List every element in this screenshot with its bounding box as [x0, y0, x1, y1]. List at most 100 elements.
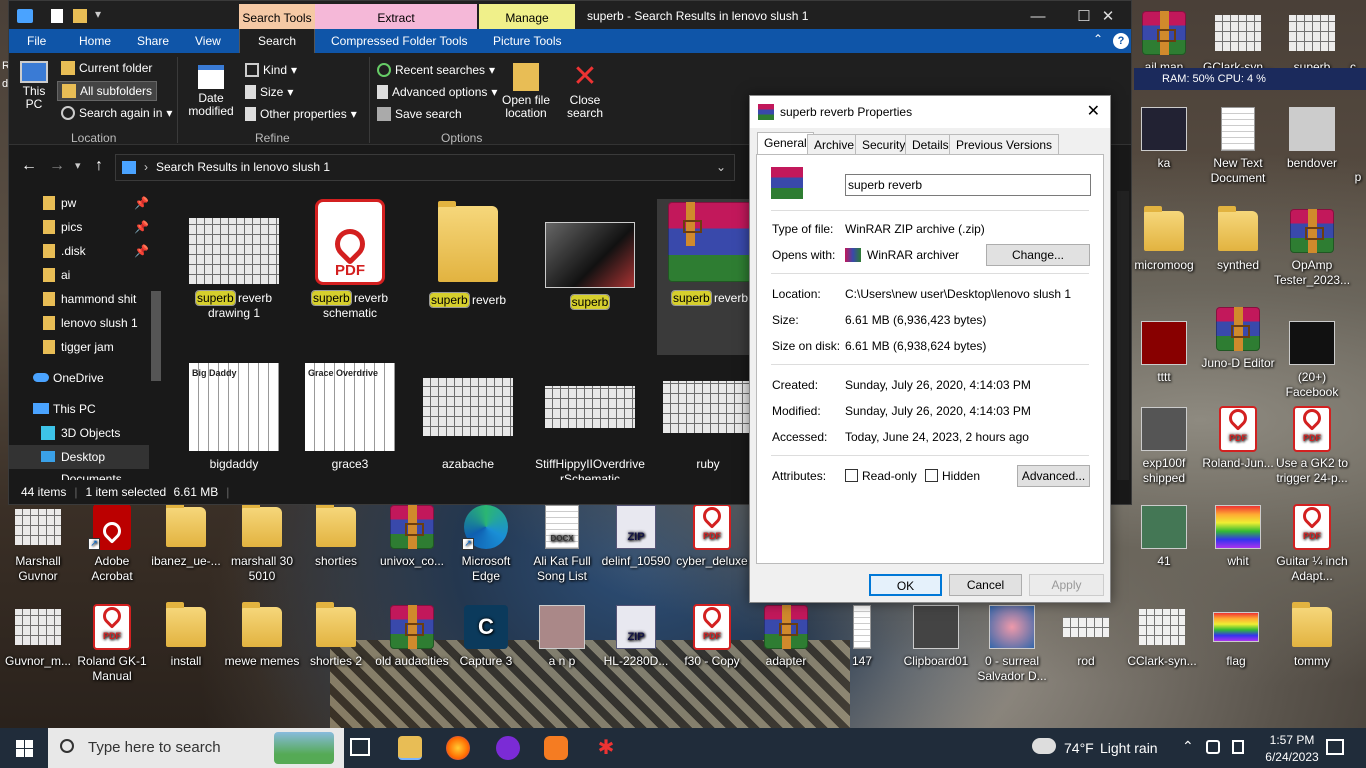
help-icon[interactable]: ?	[1113, 33, 1129, 49]
show-hidden-icons-icon[interactable]: ⌃	[1182, 738, 1194, 755]
nav-item-3d-objects[interactable]: 3D Objects	[9, 421, 149, 445]
desktop-icon[interactable]: ka	[1126, 106, 1202, 171]
desktop-icon[interactable]: PDF Roland GK-1 Manual	[74, 603, 150, 684]
desktop-icon[interactable]: OpAmp Tester_2023...	[1274, 208, 1350, 288]
desktop-icon[interactable]: CClark-syn...	[1124, 604, 1200, 669]
address-input[interactable]: › Search Results in lenovo slush 1 ⌄	[115, 154, 735, 181]
collapse-ribbon-icon[interactable]: ⌃	[1093, 32, 1103, 46]
tab-file[interactable]: File	[15, 29, 59, 53]
tor-browser-taskbar-icon[interactable]	[496, 736, 520, 760]
desktop-icon[interactable]: Guvnor_m...	[0, 604, 76, 669]
file-item-selected[interactable]: superb reverb	[657, 199, 763, 355]
desktop-icon[interactable]: ZIP delinf_10590	[598, 504, 674, 569]
nav-item-hammond[interactable]: hammond shit	[9, 287, 149, 311]
desktop-icon[interactable]: Juno-D Editor	[1200, 306, 1276, 371]
file-item[interactable]: Big Daddy bigdaddy	[179, 363, 289, 472]
desktop-icon[interactable]: GClark-syn...	[1200, 10, 1276, 75]
properties-quick-icon[interactable]	[51, 9, 63, 23]
tab-share[interactable]: Share	[125, 29, 181, 53]
desktop-icon[interactable]: New Text Document	[1200, 106, 1276, 186]
desktop-icon[interactable]: whit	[1200, 504, 1276, 569]
desktop-icon[interactable]: p	[1350, 170, 1366, 185]
desktop-icon[interactable]: 147	[824, 604, 900, 669]
desktop-icon[interactable]: tttt	[1126, 320, 1202, 385]
game-taskbar-icon[interactable]: ✱	[594, 736, 618, 760]
desktop-icon[interactable]: superb	[1274, 10, 1350, 75]
desktop-icon[interactable]: bendover	[1274, 106, 1350, 171]
hidden-checkbox[interactable]: Hidden	[925, 469, 980, 483]
desktop-icon[interactable]: install	[148, 602, 224, 669]
desktop-icon[interactable]: PDF cyber_deluxe	[674, 503, 750, 569]
minimize-button[interactable]: —	[1015, 5, 1061, 29]
desktop-icon[interactable]: DOCX Ali Kat Full Song List	[524, 504, 600, 584]
tab-picture-tools[interactable]: Picture Tools	[481, 29, 573, 53]
up-arrow-icon[interactable]: ↑	[95, 157, 103, 175]
nav-item-disk[interactable]: .disk 📌	[9, 239, 149, 263]
file-item[interactable]: PDF superb reverb schematic	[295, 199, 405, 321]
advanced-options-button[interactable]: Advanced options ▾	[377, 85, 497, 99]
readonly-checkbox[interactable]: Read-only	[845, 469, 917, 483]
desktop-icon[interactable]: shorties	[298, 502, 374, 569]
desktop-icon[interactable]: PDF Use a GK2 to trigger 24-p...	[1274, 405, 1350, 486]
context-tab-search-tools[interactable]: Search Tools	[239, 4, 315, 32]
quick-access-dropdown-icon[interactable]: ▾	[95, 7, 101, 21]
desktop-icon[interactable]: univox_co...	[374, 504, 450, 569]
content-scrollbar[interactable]	[1117, 191, 1129, 481]
tab-home[interactable]: Home	[67, 29, 123, 53]
this-pc-button[interactable]: This PC	[17, 61, 51, 111]
context-tab-extract[interactable]: Extract	[315, 4, 477, 32]
desktop-icon[interactable]: synthed	[1200, 206, 1276, 273]
desktop-icon[interactable]: ail man	[1126, 10, 1202, 75]
dialog-close-icon[interactable]: ✕	[1087, 96, 1100, 128]
desktop-icon[interactable]: PDF f30 - Copy	[674, 603, 750, 669]
desktop-icon[interactable]: ZIP HL-2280D...	[598, 604, 674, 669]
tab-archive[interactable]: Archive	[807, 134, 862, 154]
audacity-taskbar-icon[interactable]	[544, 736, 568, 760]
firefox-taskbar-icon[interactable]	[446, 736, 470, 760]
nav-item-desktop[interactable]: Desktop	[9, 445, 149, 469]
new-folder-quick-icon[interactable]	[73, 9, 87, 23]
desktop-icon[interactable]: (20+) Facebook	[1274, 320, 1350, 400]
file-item[interactable]: superb reverb	[413, 201, 523, 308]
recent-searches-button[interactable]: Recent searches ▾	[377, 63, 495, 77]
nav-item-pw[interactable]: pw 📌	[9, 191, 149, 215]
address-dropdown-icon[interactable]: ⌄	[716, 155, 726, 180]
nav-item-pics[interactable]: pics 📌	[9, 215, 149, 239]
desktop-icon[interactable]: flag	[1198, 604, 1274, 669]
search-again-button[interactable]: Search again in ▾	[61, 106, 172, 120]
apply-button[interactable]: Apply	[1029, 574, 1104, 596]
clock-date[interactable]: 6/24/2023	[1258, 750, 1326, 764]
file-item[interactable]: superb	[535, 221, 645, 310]
desktop-icon[interactable]: ↗ Adobe Acrobat	[74, 504, 150, 584]
forward-arrow-icon[interactable]: →	[49, 157, 65, 175]
file-name-input[interactable]: superb reverb	[845, 174, 1091, 196]
tab-search[interactable]: Search	[239, 29, 315, 53]
file-item[interactable]: Grace Overdrive grace3	[295, 363, 405, 472]
desktop-icon[interactable]: old audacities	[374, 604, 450, 669]
context-tab-manage[interactable]: Manage	[479, 4, 575, 32]
weather-condition[interactable]: Light rain	[1100, 740, 1158, 756]
close-search-button[interactable]: ✕ Close search	[563, 62, 607, 120]
close-window-button[interactable]: ✕	[1085, 5, 1131, 29]
desktop-icon[interactable]: Clipboard01	[898, 604, 974, 669]
recent-locations-icon[interactable]: ▾	[75, 159, 81, 172]
file-item[interactable]: azabache	[413, 363, 523, 472]
desktop-icon[interactable]: ibanez_ue-...	[148, 502, 224, 569]
nav-item-tigger-jam[interactable]: tigger jam	[9, 335, 149, 359]
desktop-icon[interactable]: marshall 30 5010	[224, 502, 300, 584]
file-item[interactable]: ruby	[653, 363, 763, 472]
file-item[interactable]: StiffHippyIIOverdriverSchematic	[535, 363, 645, 481]
kind-button[interactable]: Kind ▾	[245, 63, 297, 77]
save-search-button[interactable]: Save search	[377, 107, 462, 121]
notification-center-icon[interactable]	[1326, 739, 1344, 755]
size-button[interactable]: Size ▾	[245, 85, 293, 99]
tab-security[interactable]: Security	[855, 134, 913, 154]
desktop-icon[interactable]: mewe memes	[224, 602, 300, 669]
tab-compressed-folder-tools[interactable]: Compressed Folder Tools	[319, 29, 480, 53]
desktop-icon[interactable]: rod	[1048, 604, 1124, 669]
date-modified-button[interactable]: Date modified	[183, 65, 239, 118]
other-properties-button[interactable]: Other properties ▾	[245, 107, 357, 121]
desktop-icon[interactable]: tommy	[1274, 602, 1350, 669]
taskbar-search-box[interactable]: Type here to search	[48, 728, 344, 768]
weather-temperature[interactable]: 74°F	[1064, 740, 1094, 756]
